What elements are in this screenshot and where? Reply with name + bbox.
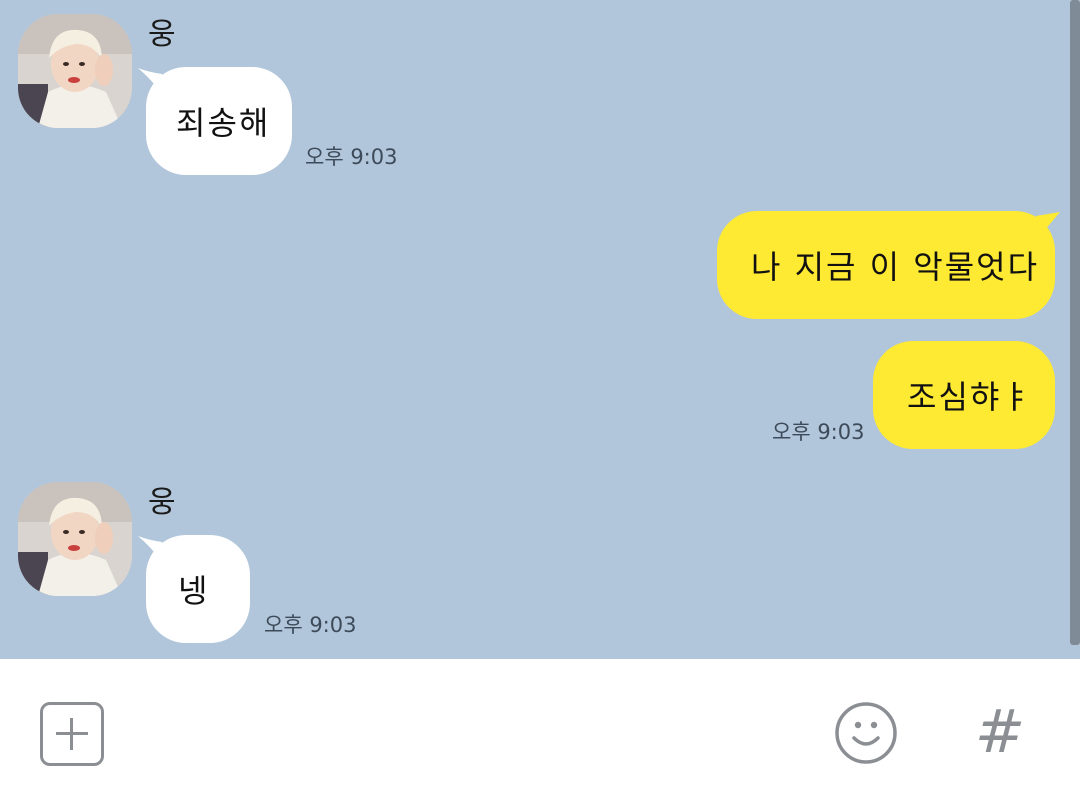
sender-avatar[interactable]: [18, 482, 132, 596]
scrollbar[interactable]: [1070, 0, 1080, 645]
message-time: 오후 9:03: [305, 145, 398, 169]
message-text: 나 지금 이 악물엇다: [751, 248, 1040, 286]
plus-square-icon[interactable]: [40, 702, 104, 766]
sender-name: 웅: [148, 485, 176, 520]
input-bar: [0, 659, 1080, 804]
message-text: 넹: [178, 572, 210, 610]
message-bubble-incoming[interactable]: 넹: [146, 535, 250, 643]
message-bubble-incoming[interactable]: 죄송해: [146, 67, 292, 175]
message-text: 죄송해: [176, 104, 271, 142]
message-text: 조심햐ㅑ: [907, 378, 1033, 416]
hash-icon[interactable]: #: [970, 699, 1030, 765]
smiley-face-icon[interactable]: [834, 701, 898, 765]
bubble-tail: [1036, 212, 1060, 238]
sender-avatar[interactable]: [18, 14, 132, 128]
sender-name: 웅: [148, 17, 176, 52]
message-bubble-outgoing[interactable]: 나 지금 이 악물엇다: [717, 211, 1055, 319]
message-time: 오후 9:03: [772, 420, 865, 444]
chat-area[interactable]: 웅 죄송해 오후 9:03 나 지금 이 악물엇다 조심햐ㅑ 오후 9:03 웅: [0, 0, 1080, 659]
message-time: 오후 9:03: [264, 613, 357, 637]
message-bubble-outgoing[interactable]: 조심햐ㅑ: [873, 341, 1055, 449]
